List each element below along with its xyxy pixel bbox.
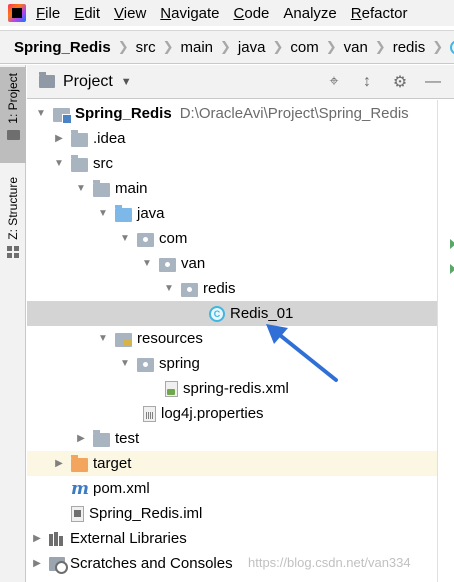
minimize-icon[interactable]: — <box>421 73 445 91</box>
package-icon <box>137 357 154 372</box>
tree-item-test[interactable]: ▶ test <box>27 426 437 451</box>
breadcrumb: Spring_Redis ❯ src ❯ main ❯ java ❯ com ❯… <box>0 30 454 64</box>
structure-icon <box>7 245 19 258</box>
breadcrumb-item-main[interactable]: main <box>181 39 214 56</box>
module-folder-icon <box>53 107 72 124</box>
resources-folder-icon <box>115 332 132 347</box>
chevron-right-icon: ❯ <box>272 39 284 54</box>
expanded-arrow-icon[interactable]: ▼ <box>141 251 153 276</box>
watermark: https://blog.csdn.net/van334 <box>248 555 411 570</box>
folder-icon <box>6 129 20 140</box>
menu-file[interactable]: File <box>36 5 60 22</box>
menu-navigate[interactable]: Navigate <box>160 5 219 22</box>
source-folder-icon <box>115 204 132 222</box>
package-icon <box>159 257 176 272</box>
expanded-arrow-icon[interactable]: ▼ <box>119 226 131 251</box>
collapsed-arrow-icon[interactable]: ▶ <box>53 451 65 476</box>
annotation-arrow-icon <box>266 324 338 382</box>
chevron-right-icon: ❯ <box>162 39 174 54</box>
expanded-arrow-icon[interactable]: ▼ <box>119 351 131 376</box>
collapsed-arrow-icon[interactable]: ▶ <box>31 551 43 576</box>
project-panel-header: Project ▼ ⌖ ↕ ⚙ — <box>27 65 454 99</box>
tree-item-resources[interactable]: ▼ resources <box>27 326 437 351</box>
folder-icon <box>71 154 88 172</box>
menu-view[interactable]: View <box>114 5 146 22</box>
menu-analyze[interactable]: Analyze <box>283 5 336 22</box>
tree-item-com[interactable]: ▼ com <box>27 226 437 251</box>
expanded-arrow-icon[interactable]: ▼ <box>163 276 175 301</box>
folder-icon <box>93 179 110 197</box>
tree-item-pom-xml[interactable]: m pom.xml <box>27 476 437 501</box>
tab-project[interactable]: 1: Project <box>0 67 26 163</box>
gear-icon[interactable]: ⚙ <box>388 72 412 92</box>
menu-edit[interactable]: Edit <box>74 5 100 22</box>
expanded-arrow-icon[interactable]: ▼ <box>97 326 109 351</box>
chevron-right-icon: ❯ <box>220 39 231 54</box>
expanded-arrow-icon[interactable]: ▼ <box>53 151 65 176</box>
editor-edge <box>437 100 454 582</box>
chevron-right-icon: ❯ <box>117 39 129 54</box>
breadcrumb-item-com[interactable]: com <box>290 39 318 56</box>
tree-item-spring[interactable]: ▼ spring <box>27 351 437 376</box>
collapse-icon[interactable]: ↕ <box>355 73 379 91</box>
breadcrumb-item-van[interactable]: van <box>344 39 368 56</box>
folder-icon <box>93 429 110 447</box>
excluded-folder-icon <box>71 454 88 472</box>
project-tree: ▼ Spring_Redis D:\OracleAvi\Project\Spri… <box>27 100 437 582</box>
breadcrumb-item-java[interactable]: java <box>238 39 266 56</box>
breadcrumb-item-redis[interactable]: redis <box>393 39 426 56</box>
intellij-logo-icon <box>8 4 26 22</box>
tree-item-spring-redis-iml[interactable]: Spring_Redis.iml <box>27 501 437 526</box>
panel-title[interactable]: Project <box>63 73 113 91</box>
chevron-right-icon: ❯ <box>325 39 337 54</box>
expanded-arrow-icon[interactable]: ▼ <box>97 201 109 226</box>
run-gutter-icon[interactable] <box>450 264 454 274</box>
breadcrumb-item-project[interactable]: Spring_Redis <box>14 39 111 56</box>
collapsed-arrow-icon[interactable]: ▶ <box>31 526 43 551</box>
chevron-right-icon: ❯ <box>374 39 386 54</box>
chevron-right-icon: ❯ <box>432 39 444 54</box>
spring-xml-file-icon <box>165 380 178 397</box>
tree-item-van[interactable]: ▼ van <box>27 251 437 276</box>
breadcrumb-item-src[interactable]: src <box>136 39 156 56</box>
package-icon <box>181 282 198 297</box>
crosshair-icon[interactable]: ⌖ <box>322 73 346 91</box>
breadcrumb-item-class[interactable]: C <box>450 39 454 55</box>
collapsed-arrow-icon[interactable]: ▶ <box>53 126 65 151</box>
left-tool-stripe: 1: Project Z: Structure <box>0 65 26 582</box>
tree-item-idea[interactable]: ▶ .idea <box>27 126 437 151</box>
properties-file-icon <box>143 405 156 422</box>
run-gutter-icon[interactable] <box>450 239 454 249</box>
menu-refactor[interactable]: Refactor <box>351 5 408 22</box>
scratches-icon <box>49 556 68 574</box>
tree-item-spring-redis-xml[interactable]: spring-redis.xml <box>27 376 437 401</box>
folder-icon <box>39 72 55 88</box>
expanded-arrow-icon[interactable]: ▼ <box>35 101 47 126</box>
java-class-icon: C <box>209 305 225 322</box>
tree-item-project-root[interactable]: ▼ Spring_Redis D:\OracleAvi\Project\Spri… <box>27 101 437 126</box>
tree-item-log4j-properties[interactable]: log4j.properties <box>27 401 437 426</box>
java-class-icon: C <box>450 39 454 55</box>
tree-item-redis[interactable]: ▼ redis <box>27 276 437 301</box>
tree-item-java[interactable]: ▼ java <box>27 201 437 226</box>
collapsed-arrow-icon[interactable]: ▶ <box>75 426 87 451</box>
iml-file-icon <box>71 505 84 522</box>
menu-bar: File Edit View Navigate Code Analyze Ref… <box>0 0 454 26</box>
package-icon <box>137 232 154 247</box>
library-icon <box>49 531 65 546</box>
tree-item-src[interactable]: ▼ src <box>27 151 437 176</box>
tree-item-external-libraries[interactable]: ▶ External Libraries <box>27 526 437 551</box>
maven-icon: m <box>71 478 89 499</box>
expanded-arrow-icon[interactable]: ▼ <box>75 176 87 201</box>
tree-item-redis-01[interactable]: C Redis_01 <box>27 301 437 326</box>
tab-structure[interactable]: Z: Structure <box>0 177 26 277</box>
chevron-down-icon[interactable]: ▼ <box>121 76 132 88</box>
menu-code[interactable]: Code <box>234 5 270 22</box>
tree-item-target[interactable]: ▶ target <box>27 451 437 476</box>
folder-icon <box>71 129 88 147</box>
tree-item-main[interactable]: ▼ main <box>27 176 437 201</box>
